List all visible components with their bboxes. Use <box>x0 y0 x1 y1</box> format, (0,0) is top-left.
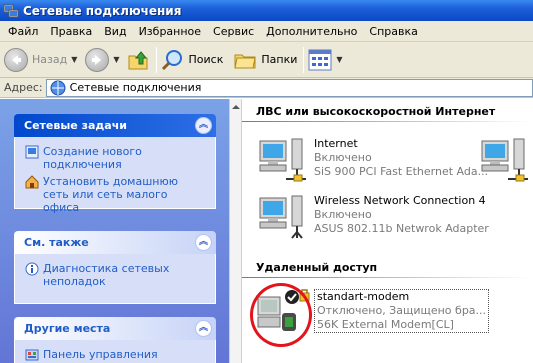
collapse-chevron-icon[interactable]: ︽ <box>195 117 212 134</box>
menu-edit[interactable]: Правка <box>44 25 98 38</box>
connection-status: Отключено, Защищено бра... <box>317 304 487 317</box>
connection-name: Internet <box>314 137 358 150</box>
group-divider <box>242 277 533 278</box>
new-connection-icon <box>25 145 39 159</box>
group-title-dialup: Удаленный доступ <box>256 261 378 274</box>
task-label: Панель управления <box>43 348 158 361</box>
control-panel-icon <box>25 349 39 361</box>
search-label: Поиск <box>188 53 224 66</box>
network-tasks-body: Создание нового подключения Установить д… <box>14 137 216 214</box>
address-value: Сетевые подключения <box>69 81 202 94</box>
collapse-chevron-icon[interactable]: ︽ <box>195 320 212 337</box>
connection-device: ASUS 802.11b Netwrok Adapter <box>314 222 489 235</box>
see-also-title: См. также <box>24 236 89 249</box>
group-title-lan: ЛВС или высокоскоростной Интернет <box>256 105 496 118</box>
menu-view[interactable]: Вид <box>98 25 132 38</box>
network-tasks-header[interactable]: Сетевые задачи ︽ <box>14 114 216 137</box>
folders-icon <box>234 54 256 68</box>
toolbar: Назад ▼ ▼ Поиск Папки ▼ <box>0 42 533 78</box>
menu-help[interactable]: Справка <box>363 25 423 38</box>
up-folder-icon <box>128 50 148 69</box>
group-divider <box>242 121 533 122</box>
search-button[interactable]: Поиск <box>161 45 224 75</box>
back-dropdown-icon[interactable]: ▼ <box>71 55 77 64</box>
forward-dropdown-icon[interactable]: ▼ <box>113 55 119 64</box>
address-bar: Адрес: Сетевые подключения <box>0 78 533 98</box>
see-also-panel: См. также ︽ Диагностика сетевых неполадо… <box>14 231 216 304</box>
see-also-body: Диагностика сетевых неполадок <box>14 254 216 304</box>
connection-name: Wireless Network Connection 4 <box>314 194 486 207</box>
views-dropdown-icon[interactable]: ▼ <box>336 55 342 64</box>
title-bar: Сетевые подключения <box>0 0 533 21</box>
connection-name: standart-modem <box>317 290 410 303</box>
lan-connection-icon <box>259 138 306 182</box>
back-label: Назад <box>32 53 68 66</box>
toolbar-separator <box>155 46 157 73</box>
address-field[interactable]: Сетевые подключения <box>45 78 533 97</box>
connection-lan-partial[interactable]: L <box>478 137 533 185</box>
menu-file[interactable]: Файл <box>0 25 44 38</box>
menu-advanced[interactable]: Дополнительно <box>260 25 363 38</box>
home-network-icon <box>25 175 39 189</box>
pane-splitter[interactable] <box>229 99 242 363</box>
task-label: Установить домашнюю сеть или сеть малого… <box>43 175 178 214</box>
other-places-title: Другие места <box>24 322 111 335</box>
task-create-connection[interactable]: Создание нового подключения <box>25 145 207 171</box>
connection-internet[interactable]: Internet Включено SiS 900 PCI Fast Ether… <box>256 137 488 185</box>
folders-button[interactable]: Папки <box>233 45 297 75</box>
network-tasks-title: Сетевые задачи <box>24 119 127 132</box>
network-connections-icon <box>3 4 19 17</box>
lan-connection-icon <box>481 138 528 182</box>
see-also-header[interactable]: См. также ︽ <box>14 231 216 254</box>
menu-bar: Файл Правка Вид Избранное Сервис Дополни… <box>0 21 533 42</box>
task-label: Диагностика сетевых неполадок <box>43 262 170 288</box>
toolbar-separator <box>303 46 305 73</box>
info-icon <box>25 262 39 276</box>
menu-favorites[interactable]: Избранное <box>133 25 207 38</box>
up-folder-button[interactable] <box>126 45 150 75</box>
views-icon <box>308 49 332 70</box>
connection-wireless[interactable]: Wireless Network Connection 4 Включено A… <box>256 194 489 242</box>
connection-device: 56K External Modem[CL] <box>317 318 454 331</box>
window-title: Сетевые подключения <box>23 3 182 18</box>
back-arrow-icon <box>4 47 28 72</box>
forward-arrow-icon <box>85 47 110 72</box>
connection-status: Включено <box>314 151 372 164</box>
folders-label: Папки <box>261 53 298 66</box>
task-label: Создание нового подключения <box>43 145 142 171</box>
connection-status: Включено <box>314 208 372 221</box>
task-pane: Сетевые задачи ︽ Создание нового подключ… <box>0 99 229 363</box>
task-home-network[interactable]: Установить домашнюю сеть или сеть малого… <box>25 175 207 214</box>
network-tasks-panel: Сетевые задачи ︽ Создание нового подключ… <box>14 114 216 214</box>
connection-device: SiS 900 PCI Fast Ethernet Ada... <box>314 165 489 178</box>
forward-button[interactable]: ▼ <box>85 45 120 75</box>
address-label: Адрес: <box>4 81 43 94</box>
collapse-chevron-icon[interactable]: ︽ <box>195 234 212 251</box>
task-control-panel[interactable]: Панель управления <box>25 348 207 362</box>
network-connections-icon <box>50 80 66 95</box>
search-icon <box>161 49 182 70</box>
scroll-up-icon[interactable] <box>232 105 240 109</box>
views-button[interactable]: ▼ <box>308 45 343 75</box>
back-button[interactable]: Назад ▼ <box>4 45 77 75</box>
highlight-ring <box>250 283 312 347</box>
other-places-body: Панель управления <box>14 340 216 363</box>
task-diagnose[interactable]: Диагностика сетевых неполадок <box>25 262 207 288</box>
wireless-connection-icon <box>259 195 303 239</box>
other-places-panel: Другие места ︽ Панель управления <box>14 317 216 363</box>
other-places-header[interactable]: Другие места ︽ <box>14 317 216 340</box>
menu-tools[interactable]: Сервис <box>207 25 260 38</box>
